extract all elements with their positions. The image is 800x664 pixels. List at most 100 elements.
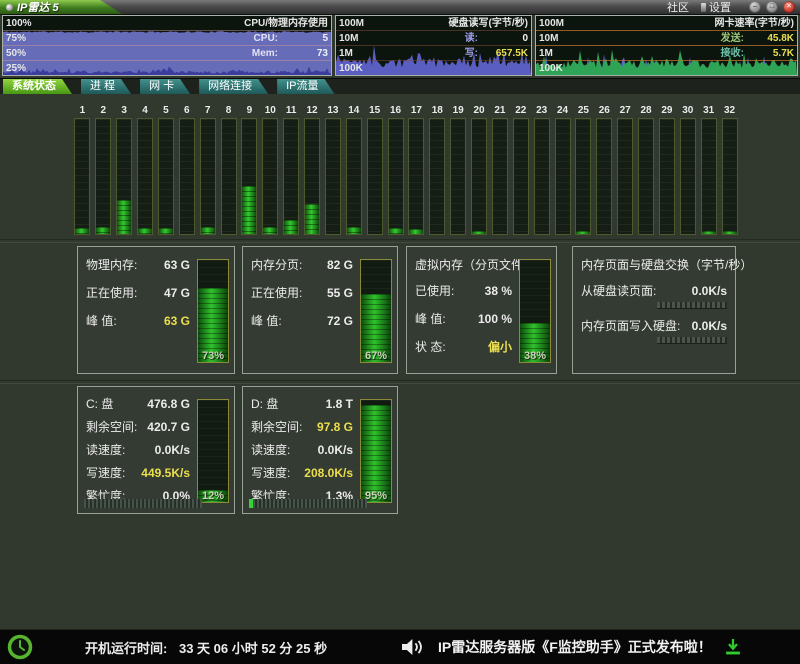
cpu-memory-graph: 100% CPU/物理内存使用 75% CPU: 5 50% Mem: 73 2… [2, 15, 332, 76]
cpu-core: 29 [657, 103, 678, 235]
menu-item-community[interactable]: 社区 [667, 0, 689, 15]
panel-row: 从硬盘读页面:0.0K/s [581, 283, 727, 300]
app-logo: IP雷达 5 [0, 0, 122, 14]
tab[interactable]: 网络连接 [199, 79, 268, 94]
settings-icon [701, 3, 706, 12]
tab-label: IP流量 [286, 80, 318, 92]
cpu-core-bar-fill [409, 229, 423, 234]
app-logo-icon [6, 4, 13, 11]
panel-row-label: 已使用: [415, 283, 454, 300]
disk-c-panel: C: 盘476.8 G剩余空间:420.7 G读速度:0.0K/s写速度:449… [77, 386, 235, 514]
news-text[interactable]: IP雷达服务器版《F监控助手》正式发布啦！ [438, 637, 712, 657]
cpu-core-number: 13 [327, 103, 338, 118]
y-axis-label: 10M [539, 31, 558, 46]
cpu-core: 19 [448, 103, 469, 235]
busy-meter-fill [249, 499, 253, 508]
graph-title: 硬盘读写(字节/秒) [449, 16, 528, 31]
cpu-core-bar [617, 118, 633, 235]
panel-row-value: 1.8 T [326, 397, 353, 412]
tab-label: 系统状态 [12, 80, 56, 92]
uptime-readout: 开机运行时间: 33 天 06 小时 52 分 25 秒 [85, 638, 327, 657]
panel-row-value: 420.7 G [147, 420, 190, 435]
cpu-core: 24 [552, 103, 573, 235]
panel-row-value: 0.0K/s [155, 443, 190, 458]
cpu-core-bar [158, 118, 174, 235]
panel-row: C: 盘476.8 G [86, 397, 190, 412]
cpu-core: 4 [135, 103, 156, 235]
usage-bar: 38% [519, 259, 551, 363]
panel-row-label: 剩余空间: [251, 420, 302, 435]
panel-row-value: 38 % [485, 283, 512, 300]
panel-row-value: 47 G [164, 285, 190, 302]
panel-row-value: 449.5K/s [141, 466, 190, 481]
cpu-core-bar [596, 118, 612, 235]
cpu-core-bar-fill [117, 200, 131, 235]
y-axis-label: 100% [6, 16, 32, 31]
y-axis-label: 25% [6, 61, 26, 76]
network-speed-graph: 100M 网卡速率(字节/秒) 10M 发送: 45.8K 1M 接收: 5.7… [535, 15, 798, 76]
divider [0, 380, 800, 384]
download-icon[interactable] [726, 639, 740, 655]
tab[interactable]: IP流量 [277, 79, 334, 94]
disk-write-readout: 写: 657.5K [465, 46, 528, 61]
cpu-core-bar-fill [242, 186, 256, 234]
cpu-core: 22 [510, 103, 531, 235]
cpu-core-number: 3 [121, 103, 127, 118]
cpu-core: 1 [72, 103, 93, 235]
cpu-core-bar [74, 118, 90, 235]
cpu-core-number: 25 [578, 103, 589, 118]
maximize-button[interactable]: □ [766, 1, 778, 13]
mini-meter [657, 337, 727, 344]
usage-bar: 12% [197, 399, 229, 503]
cpu-core-number: 24 [557, 103, 568, 118]
cpu-core-number: 19 [453, 103, 464, 118]
cpu-core: 23 [531, 103, 552, 235]
cpu-core-number: 15 [369, 103, 380, 118]
cpu-core-number: 31 [703, 103, 714, 118]
y-axis-label: 1M [339, 46, 353, 61]
y-axis-label: 100M [539, 16, 564, 31]
cpu-core-number: 10 [265, 103, 276, 118]
cpu-core: 11 [281, 103, 302, 235]
cpu-core-bar-fill [305, 204, 319, 234]
cpu-core: 12 [302, 103, 323, 235]
panel-row-label: D: 盘 [251, 397, 278, 412]
cpu-core-bar [701, 118, 717, 235]
cpu-core-number: 6 [184, 103, 190, 118]
graph-title: 网卡速率(字节/秒) [715, 16, 794, 31]
usage-bar-fill [361, 405, 391, 502]
panel-row: 峰 值:100 % [415, 311, 512, 328]
close-button[interactable]: ✕ [783, 1, 795, 13]
tab[interactable]: 网 卡 [140, 79, 190, 94]
cpu-core-bar-fill [159, 228, 173, 234]
status-bar: 开机运行时间: 33 天 06 小时 52 分 25 秒 IP雷达服务器版《F监… [0, 629, 800, 664]
panel-row-label: 正在使用: [86, 285, 137, 302]
settings-button[interactable]: 设置 [701, 0, 731, 15]
usage-bar-percent: 67% [361, 350, 391, 362]
app-title: IP雷达 5 [17, 0, 59, 15]
cpu-core-bar-fill [284, 220, 298, 234]
physical-memory-panel: 物理内存:63 G正在使用:47 G峰 值:63 G73% [77, 246, 235, 374]
cpu-core: 3 [114, 103, 135, 235]
minimize-button[interactable]: – [749, 1, 761, 13]
cpu-core-bar [429, 118, 445, 235]
cpu-core-bar [262, 118, 278, 235]
tab[interactable]: 进 程 [81, 79, 131, 94]
panel-row-value: 偏小 [488, 339, 512, 356]
cpu-core: 15 [364, 103, 385, 235]
y-axis-label: 10M [339, 31, 358, 46]
settings-label: 设置 [709, 0, 731, 15]
panel-row-label: 读速度: [251, 443, 290, 458]
panel-row-label: 峰 值: [251, 313, 282, 330]
y-axis-label: 50% [6, 46, 26, 61]
disk-read-readout: 读: 0 [465, 31, 528, 46]
panel-row-value: 476.8 G [147, 397, 190, 412]
cpu-core-bar-fill [96, 227, 110, 234]
panel-row-value: 82 G [327, 257, 353, 274]
cpu-core-number: 30 [682, 103, 693, 118]
speaker-icon[interactable] [402, 638, 424, 656]
panel-row: 写速度:208.0K/s [251, 466, 353, 481]
tab[interactable]: 系统状态 [3, 79, 72, 94]
y-axis-label: 1M [539, 46, 553, 61]
cpu-core-bar [388, 118, 404, 235]
